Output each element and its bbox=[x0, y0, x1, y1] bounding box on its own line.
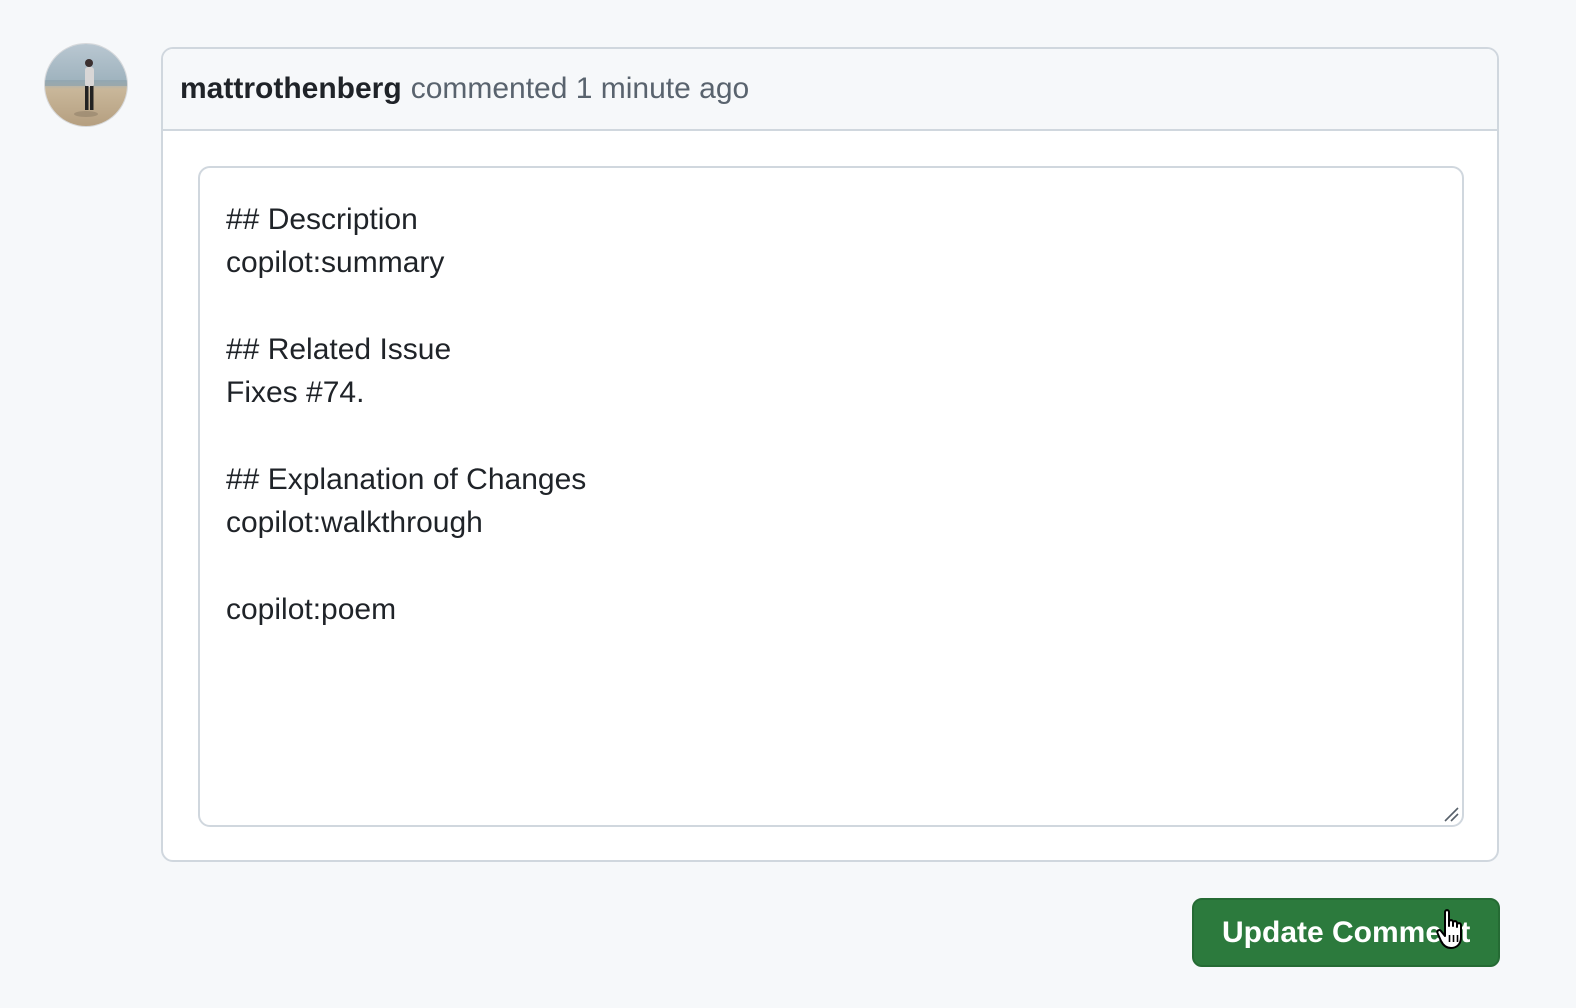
comment-timestamp[interactable]: commented 1 minute ago bbox=[411, 72, 750, 106]
editor-content: ## Description copilot:summary ## Related … bbox=[226, 198, 1436, 631]
editor-line: ## Related Issue bbox=[226, 332, 452, 366]
editor-line: Fixes #74. bbox=[226, 376, 365, 410]
editor-line: ## Explanation of Changes bbox=[226, 462, 587, 496]
comment-edit-box: mattrothenberg commented 1 minute ago ##… bbox=[161, 47, 1499, 862]
resize-handle-icon[interactable] bbox=[1442, 805, 1460, 823]
editor-line: copilot:poem bbox=[226, 592, 397, 626]
editor-line: copilot:walkthrough bbox=[226, 506, 483, 540]
editor-line: ## Description bbox=[226, 203, 418, 236]
hand-pointer-cursor-icon bbox=[1436, 908, 1470, 952]
comment-author[interactable]: mattrothenberg bbox=[180, 72, 402, 106]
comment-header: mattrothenberg commented 1 minute ago bbox=[163, 49, 1497, 131]
avatar-photo-icon bbox=[45, 44, 127, 126]
editor-line: copilot:summary bbox=[226, 246, 445, 280]
user-avatar[interactable] bbox=[45, 44, 127, 126]
comment-textarea[interactable]: ## Description copilot:summary ## Related … bbox=[198, 166, 1464, 827]
